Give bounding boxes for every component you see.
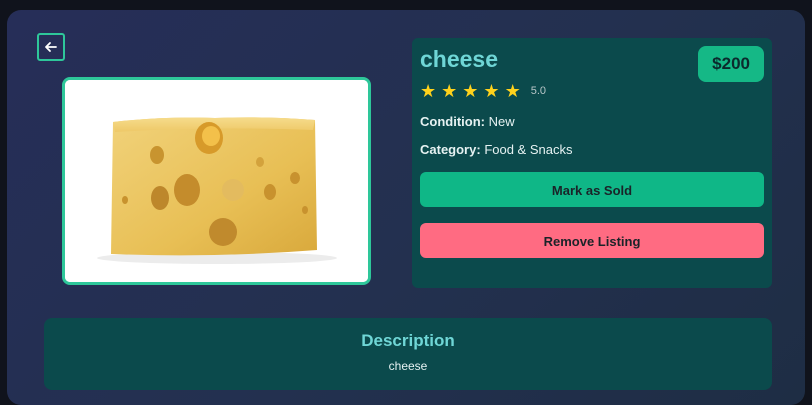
price-badge: $200 <box>698 46 764 82</box>
star-icon: ★ <box>441 81 458 101</box>
star-icon: ★ <box>504 81 521 101</box>
condition-value: New <box>488 114 515 129</box>
listing-card: cheese $200 ★ ★ ★ ★ ★ 5.0 Condition: New… <box>7 10 805 405</box>
rating-value: 5.0 <box>530 85 546 97</box>
remove-listing-button[interactable]: Remove Listing <box>420 223 764 258</box>
listing-title: cheese <box>420 46 499 72</box>
star-icon: ★ <box>483 81 500 101</box>
description-text: cheese <box>388 359 428 373</box>
listing-info-panel: cheese $200 ★ ★ ★ ★ ★ 5.0 Condition: New… <box>412 38 772 288</box>
cheese-image <box>65 80 368 282</box>
category-label: Category: <box>420 142 481 157</box>
product-image <box>62 77 371 285</box>
description-heading: Description <box>361 331 455 350</box>
condition-label: Condition: <box>420 114 485 129</box>
category-value: Food & Snacks <box>484 142 573 157</box>
star-icon: ★ <box>462 81 479 101</box>
category-row: Category: Food & Snacks <box>420 142 572 157</box>
description-panel: Description cheese <box>44 318 772 390</box>
star-icon: ★ <box>420 81 437 101</box>
arrow-left-icon <box>45 42 57 52</box>
rating: ★ ★ ★ ★ ★ 5.0 <box>420 82 546 100</box>
back-button[interactable] <box>37 33 65 61</box>
condition-row: Condition: New <box>420 114 515 129</box>
mark-as-sold-button[interactable]: Mark as Sold <box>420 172 764 207</box>
